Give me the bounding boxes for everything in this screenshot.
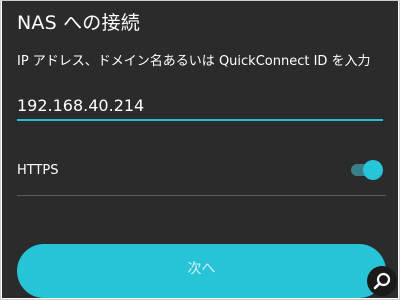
connect-nas-screen: NAS への接続 IP アドレス、ドメイン名あるいは QuickConnect …	[2, 1, 398, 298]
divider	[17, 195, 386, 196]
https-toggle[interactable]	[351, 159, 385, 181]
next-button[interactable]: 次へ	[17, 244, 386, 298]
address-input[interactable]	[17, 91, 383, 121]
screenshot-frame: NAS への接続 IP アドレス、ドメイン名あるいは QuickConnect …	[0, 0, 400, 300]
https-label: HTTPS	[17, 163, 59, 178]
toggle-knob	[363, 160, 383, 180]
instruction-text: IP アドレス、ドメイン名あるいは QuickConnect ID を入力	[17, 54, 371, 69]
page-title: NAS への接続	[17, 12, 140, 34]
magnifier-icon[interactable]	[366, 265, 398, 297]
